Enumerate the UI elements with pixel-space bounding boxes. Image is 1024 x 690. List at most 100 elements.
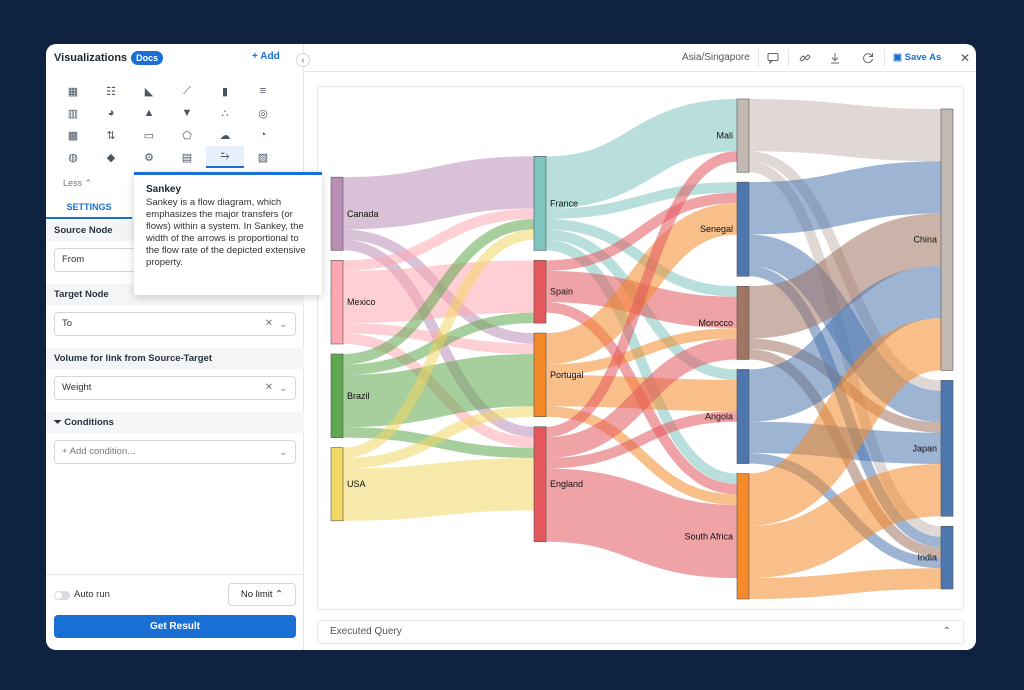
sankey-node[interactable] [330,260,344,345]
scatter-icon[interactable]: ∴ [206,102,244,124]
sankey-node-label: Morocco [698,318,733,328]
chart-panel: Canada Mexico Brazil USA France Spain Portugal… [317,86,964,610]
download-icon[interactable] [828,51,842,65]
visualizations-sidebar: Visualizations Docs + Add ▦ ☷ ◣ ⟋ ▮ ≡ ▥ ◕ ▲ ▼ ∴ ◎ ▩ ⇅… [46,44,304,650]
scatter-icon-glyph: ∴ [221,107,229,120]
close-icon[interactable]: ✕ [960,51,970,65]
sankey-node-label: South Africa [684,531,733,541]
sankey-node[interactable] [533,260,547,324]
line-chart-icon[interactable]: ⟋ [168,80,206,102]
clear-icon[interactable]: ✕ [265,313,273,335]
funnel-icon[interactable]: ▼ [168,102,206,124]
sankey-link[interactable] [342,458,535,521]
conditions-header: ⏷ Conditions [46,412,304,433]
chevron-up-icon[interactable]: ⌃ [943,621,951,643]
bar-chart-icon-glyph: ▮ [221,85,229,98]
row-limit-select[interactable]: No limit ⌃ [228,583,296,606]
chevron-down-icon[interactable]: ⌄ [279,377,287,399]
combo-chart-icon[interactable]: ▥ [54,102,92,124]
pyramid-icon-glyph: ▲ [143,107,155,119]
docs-badge[interactable]: Docs [131,51,164,65]
toolbar-divider [788,49,789,67]
tooltip-title: Sankey [146,184,182,195]
map-icon-glyph: ◆ [106,151,116,164]
executed-query-label: Executed Query [330,626,402,637]
calendar-icon[interactable]: ▤ [168,146,206,168]
sankey-node[interactable] [940,380,954,517]
chart-toolbar: Asia/Singapore ▣ Save As ✕ [304,44,976,72]
timezone-label[interactable]: Asia/Singapore [682,52,750,63]
add-condition-select[interactable]: + Add condition... ⌄ [54,440,296,464]
save-as-button[interactable]: ▣ Save As [893,52,941,63]
add-label: Add [260,51,280,62]
sankey-node[interactable] [736,285,750,360]
target-node-select[interactable]: To ✕ ⌄ [54,312,296,336]
pyramid-icon[interactable]: ▲ [130,102,168,124]
area-chart-icon[interactable]: ◣ [130,80,168,102]
sankey-node[interactable] [736,473,750,600]
get-result-button[interactable]: Get Result [54,615,296,638]
sankey-node[interactable] [330,176,344,251]
sankey-link[interactable] [342,353,535,428]
sankey-node[interactable] [533,332,547,418]
radar-icon[interactable]: ⬠ [168,124,206,146]
comment-icon[interactable] [766,51,780,65]
sankey-node[interactable] [736,369,750,464]
sankey-link[interactable] [342,156,535,230]
bar-chart-icon[interactable]: ▮ [206,80,244,102]
add-button[interactable]: + Add [252,51,280,62]
calendar-icon-glyph: ▤ [181,151,193,164]
chevron-down-icon[interactable]: ⌄ [279,313,287,335]
sankey-node[interactable] [330,447,344,522]
line-chart-icon-glyph: ⟋ [183,84,191,97]
executed-query-panel[interactable]: Executed Query ⌃ [317,620,964,644]
sankey-node[interactable] [533,155,547,251]
sorted-bar-icon[interactable]: ⇅ [92,124,130,146]
heatmap-icon-glyph: ▩ [67,129,79,142]
pivot-table-icon[interactable]: ☷ [92,80,130,102]
combo-chart-icon-glyph: ▥ [67,107,79,120]
sankey-tooltip: Sankey Sankey is a flow diagram, which e… [134,172,322,295]
sunburst-icon-glyph: ◍ [68,151,78,164]
auto-run-toggle[interactable] [54,591,70,600]
sankey-node[interactable] [736,98,750,173]
sankey-node[interactable] [330,353,344,438]
area-chart-icon-glyph: ◣ [144,85,154,98]
chevron-down-icon[interactable]: ⌄ [279,441,287,463]
visualization-window: Visualizations Docs + Add ▦ ☷ ◣ ⟋ ▮ ≡ ▥ ◕ ▲ ▼ ∴ ◎ ▩ ⇅… [46,44,976,650]
volume-select[interactable]: Weight ✕ ⌄ [54,376,296,400]
histogram-icon[interactable]: ▧ [244,146,282,168]
sankey-node[interactable] [533,426,547,543]
tab-settings[interactable]: SETTINGS [46,199,132,219]
geo-map-icon[interactable]: ◎ [244,102,282,124]
histogram-icon-glyph: ▧ [257,151,269,164]
sunburst-icon[interactable]: ◍ [54,146,92,168]
less-toggle[interactable]: Less ⌃ [63,178,92,189]
table-icon[interactable]: ▦ [54,80,92,102]
sankey-icon[interactable]: ⥲ [206,146,244,168]
sankey-node-label: Brazil [347,391,370,401]
gauge-icon[interactable]: ◔ [244,124,282,146]
map-icon[interactable]: ◆ [92,146,130,168]
sankey-node[interactable] [736,181,750,277]
pie-chart-icon[interactable]: ◕ [92,102,130,124]
geo-map-icon-glyph: ◎ [258,107,268,120]
sankey-link[interactable] [748,99,942,162]
kpi-icon[interactable]: ▭ [130,124,168,146]
sankey-node[interactable] [940,108,954,371]
link-icon[interactable] [798,51,812,65]
heatmap-icon[interactable]: ▩ [54,124,92,146]
horizontal-bar-icon[interactable]: ≡ [244,80,282,102]
sankey-chart: Canada Mexico Brazil USA France Spain Portugal… [330,98,954,600]
word-cloud-icon[interactable]: ☁ [206,124,244,146]
sankey-link[interactable] [748,568,942,599]
sankey-link[interactable] [545,99,738,209]
sankey-node[interactable] [940,525,954,590]
refresh-icon[interactable] [861,51,875,65]
toolbar-divider [758,49,759,67]
network-icon[interactable]: ⚙ [130,146,168,168]
sankey-link[interactable] [748,161,942,235]
collapse-sidebar-button[interactable]: ‹ [296,53,310,67]
clear-icon[interactable]: ✕ [265,377,273,399]
save-icon: ▣ [893,52,905,63]
